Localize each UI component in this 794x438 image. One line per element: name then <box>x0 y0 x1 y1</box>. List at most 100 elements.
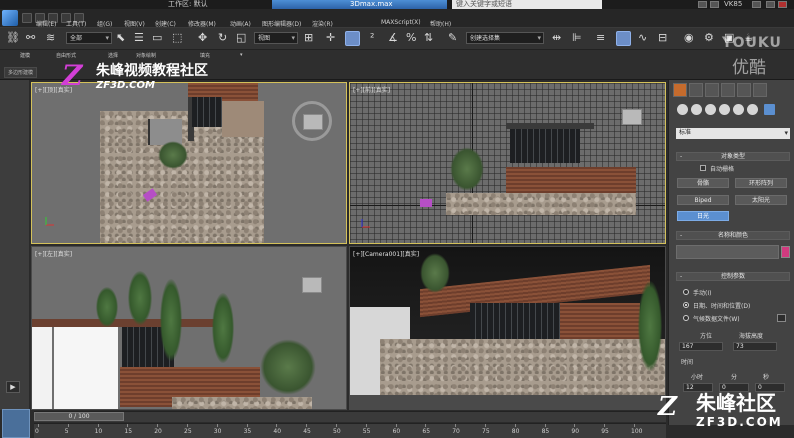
ribbon-tab-populate[interactable]: 填充 <box>200 52 210 59</box>
user-name[interactable]: VK85 <box>724 0 742 9</box>
hierarchy-tab-icon[interactable] <box>705 83 719 97</box>
selection-filter-dropdown[interactable]: 全部 <box>66 32 112 44</box>
datetime-radio[interactable] <box>683 302 689 308</box>
ribbon-tab-object-paint[interactable]: 对象绘制 <box>136 52 156 59</box>
viewport-left-label[interactable]: [+][左][真实] <box>35 249 72 258</box>
viewport-left[interactable]: [+][左][真实] <box>31 246 347 410</box>
edit-named-selection-icon[interactable]: ✎ <box>448 32 457 44</box>
time-slider[interactable]: 0 / 100 <box>34 412 124 421</box>
front-daylight-helper[interactable] <box>420 199 432 207</box>
ribbon-options-icon[interactable]: ▾ <box>240 52 243 58</box>
viewcube-ring[interactable] <box>292 101 332 141</box>
object-name-input[interactable] <box>676 245 779 259</box>
cameras-icon[interactable] <box>719 104 730 115</box>
viewport-top-label[interactable]: [+][顶][真实] <box>35 85 72 94</box>
link-icon[interactable]: ⛓ <box>6 32 20 44</box>
reference-coordinate-dropdown[interactable]: 视图 <box>254 32 298 44</box>
lights-icon[interactable] <box>705 104 716 115</box>
pivot-center-icon[interactable]: ⊞ <box>304 32 313 44</box>
menu-modifiers[interactable]: 修改器(M) <box>188 19 216 28</box>
ribbon-polygon-modeling[interactable]: 多边形建模 <box>4 67 38 78</box>
viewport-front[interactable]: [+][前][真实] <box>349 82 666 244</box>
select-by-name-icon[interactable]: ☰ <box>134 32 144 44</box>
layer-manager-icon[interactable]: ≡ <box>596 32 605 44</box>
workspace-label[interactable]: 工作区: 默认 <box>168 0 208 9</box>
manual-radio[interactable] <box>683 289 689 295</box>
weather-radio[interactable] <box>683 315 689 321</box>
viewcube-icon[interactable] <box>622 109 642 125</box>
named-selection-dropdown[interactable]: 创建选择集 <box>466 32 544 44</box>
display-tab-icon[interactable] <box>737 83 751 97</box>
menu-create[interactable]: 创建(C) <box>155 19 176 28</box>
snaps-toggle-icon[interactable]: ² <box>370 32 374 44</box>
helpers-icon[interactable] <box>733 104 744 115</box>
unlink-icon[interactable]: ⚯ <box>26 32 35 44</box>
ribbon-tab-selection[interactable]: 选择 <box>108 52 118 59</box>
graphite-toolbar-button[interactable] <box>616 31 631 46</box>
align-icon[interactable]: ⊫ <box>572 32 582 44</box>
utilities-tab-icon[interactable] <box>753 83 767 97</box>
create-tab-icon[interactable] <box>673 83 687 97</box>
rollout-name-color[interactable]: - 名称和颜色 <box>676 231 790 240</box>
mirror-icon[interactable]: ⇹ <box>552 32 561 44</box>
menu-tools[interactable]: 工具(T) <box>66 19 86 28</box>
close-icon[interactable] <box>778 1 787 8</box>
viewport-camera-label[interactable]: [+][Camera001][真实] <box>353 249 419 258</box>
scale-icon[interactable]: ◱ <box>236 32 246 44</box>
new-file-icon[interactable] <box>22 13 32 23</box>
bind-space-warp-icon[interactable]: ≋ <box>46 32 55 44</box>
sunlight-button[interactable]: 太阳光 <box>735 195 787 205</box>
spinner-snap-icon[interactable]: ⇅ <box>424 32 433 44</box>
viewport-layout-icon[interactable] <box>2 409 30 438</box>
viewcube-icon[interactable] <box>302 277 322 293</box>
category-dropdown[interactable]: 标准 <box>676 128 790 139</box>
star-icon[interactable] <box>710 1 719 8</box>
minimize-icon[interactable] <box>766 1 775 8</box>
rotate-icon[interactable]: ↻ <box>218 32 227 44</box>
motion-tab-icon[interactable] <box>721 83 735 97</box>
viewport-camera[interactable]: [+][Camera001][真实] <box>349 246 666 410</box>
keyboard-shortcut-override-button[interactable] <box>345 31 360 46</box>
bones-button[interactable]: 骨骼 <box>677 178 729 188</box>
ribbon-tab-freeform[interactable]: 自由形式 <box>56 52 76 59</box>
percent-snap-icon[interactable]: % <box>406 32 416 44</box>
modify-tab-icon[interactable] <box>689 83 703 97</box>
geometry-icon[interactable] <box>677 104 688 115</box>
render-setup-icon[interactable]: ⚙ <box>704 32 714 44</box>
play-icon[interactable]: ▶ <box>6 381 20 393</box>
ring-array-button[interactable]: 环形阵列 <box>735 178 787 188</box>
rect-selection-icon[interactable]: ▭ <box>152 32 162 44</box>
menu-views[interactable]: 视图(V) <box>124 19 145 28</box>
biped-button[interactable]: Biped <box>677 195 729 205</box>
material-editor-icon[interactable]: ◉ <box>684 32 694 44</box>
autogrid-checkbox[interactable] <box>700 165 706 171</box>
select-manipulate-icon[interactable]: ✛ <box>326 32 335 44</box>
systems-icon[interactable] <box>764 104 775 115</box>
menu-maxscript[interactable]: MAXScript(X) <box>381 19 421 26</box>
angle-snap-icon[interactable]: ∡ <box>388 32 398 44</box>
object-color-swatch[interactable] <box>781 246 790 258</box>
daylight-button[interactable]: 日光 <box>677 211 729 221</box>
help-icon[interactable] <box>752 1 761 8</box>
search-icon[interactable] <box>698 1 707 8</box>
space-warps-icon[interactable] <box>747 104 758 115</box>
window-crossing-icon[interactable]: ⬚ <box>172 32 182 44</box>
schematic-view-icon[interactable]: ⊟ <box>658 32 667 44</box>
select-object-icon[interactable]: ⬉ <box>116 32 125 44</box>
menu-edit[interactable]: 编辑(E) <box>36 19 56 28</box>
menu-rendering[interactable]: 渲染(R) <box>312 19 333 28</box>
ribbon-tab-modeling[interactable]: 建模 <box>20 52 30 59</box>
viewport-top[interactable]: [+][顶][真实] <box>31 82 347 244</box>
rollout-object-type[interactable]: - 对象类型 <box>676 152 790 161</box>
move-icon[interactable]: ✥ <box>198 32 207 44</box>
menu-animation[interactable]: 动画(A) <box>230 19 251 28</box>
search-input[interactable]: 键入关键字或短语 <box>452 0 602 9</box>
menu-help[interactable]: 帮助(H) <box>430 19 451 28</box>
viewport-front-label[interactable]: [+][前][真实] <box>353 85 390 94</box>
weather-file-button[interactable] <box>777 314 786 322</box>
app-logo-icon[interactable] <box>2 10 18 26</box>
curve-editor-icon[interactable]: ∿ <box>638 32 647 44</box>
rollout-control-params[interactable]: - 控制参数 <box>676 272 790 281</box>
viewcube-icon[interactable] <box>303 114 323 130</box>
menu-group[interactable]: 组(G) <box>97 19 112 28</box>
